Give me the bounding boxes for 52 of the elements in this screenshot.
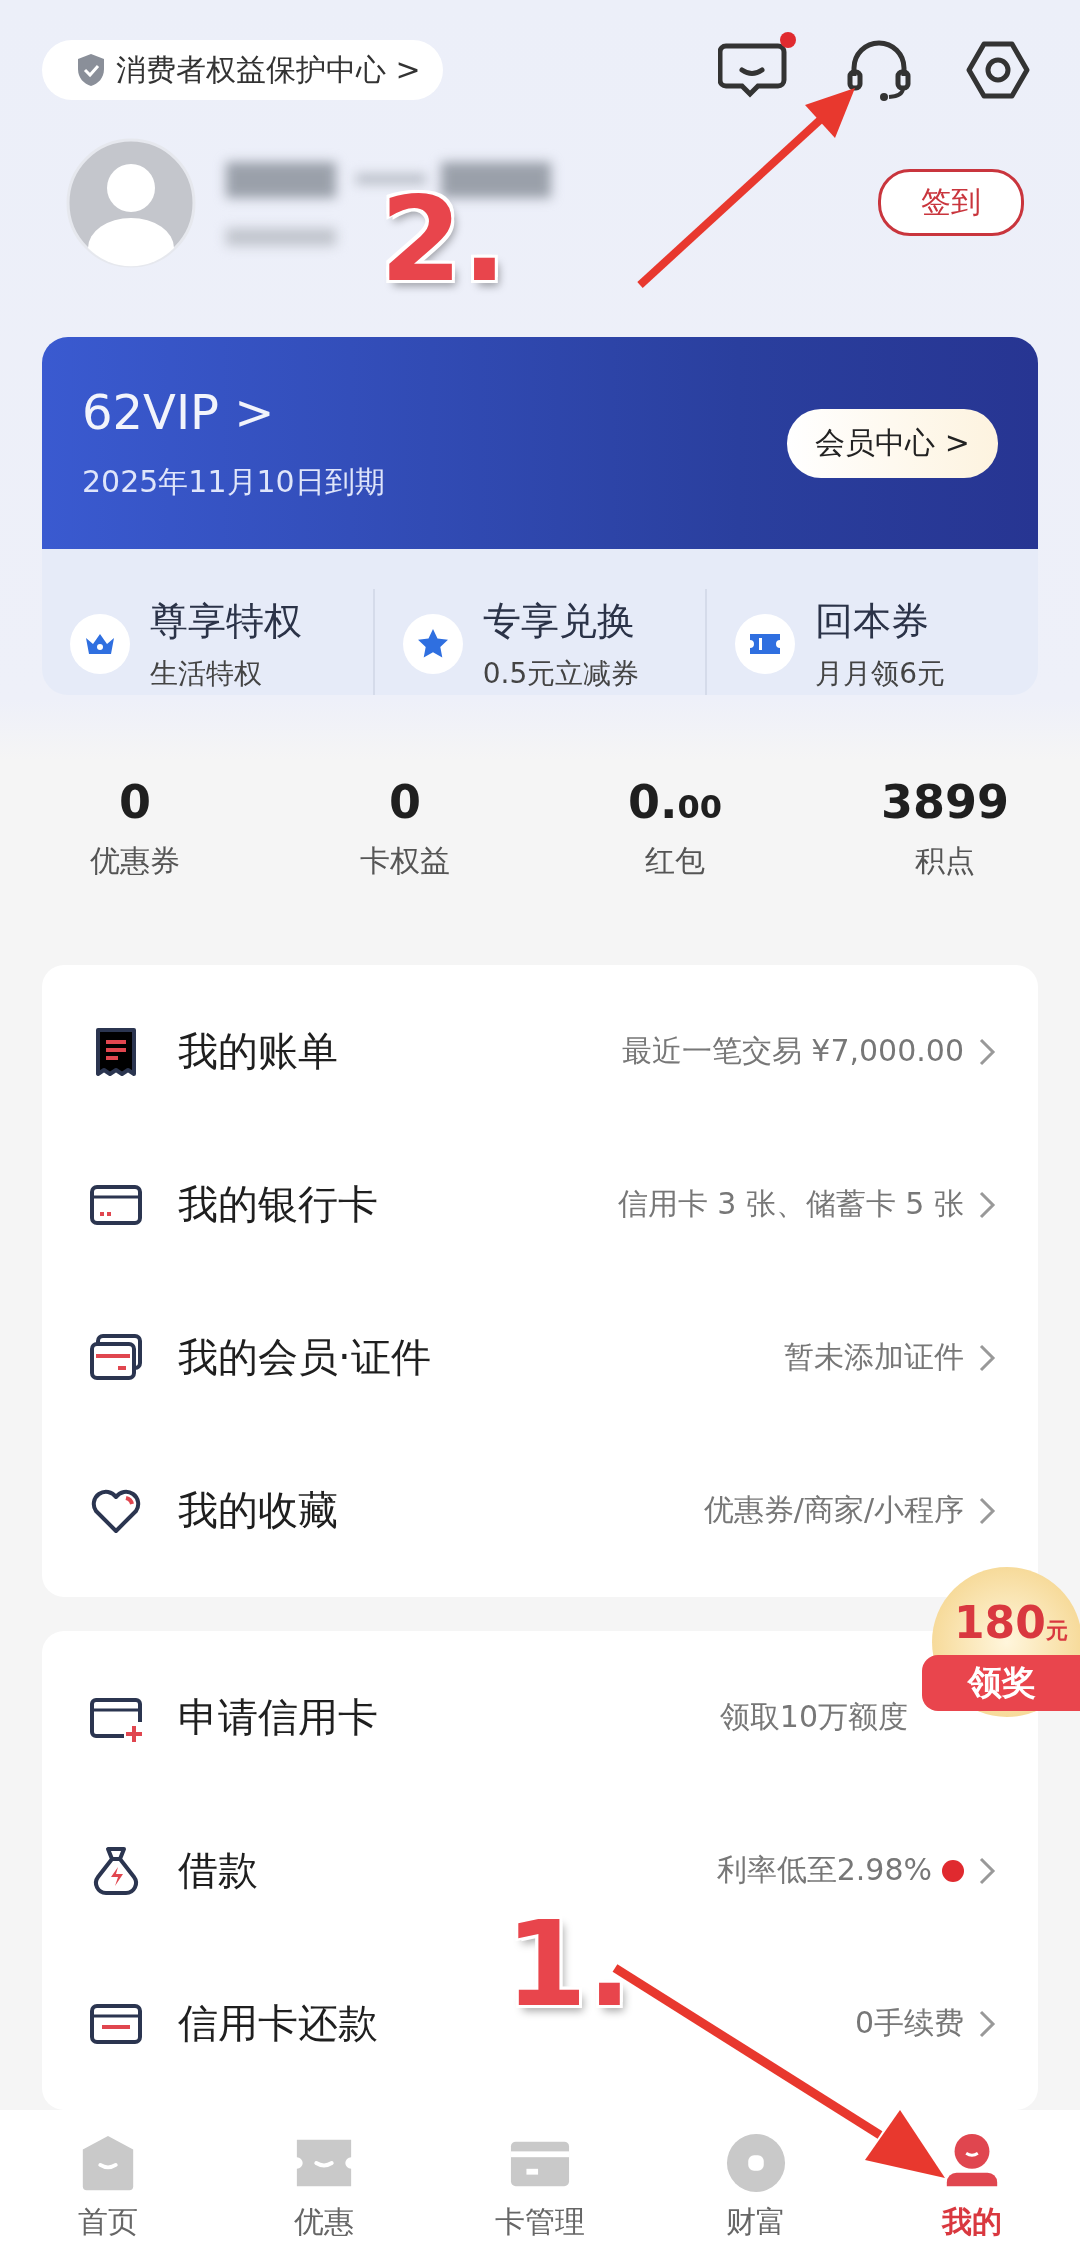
- headset-icon[interactable]: [846, 38, 912, 102]
- nav-tab[interactable]: 优惠: [216, 2110, 432, 2260]
- menu-item-detail: 领取10万额度: [719, 1698, 908, 1736]
- benefit-subtitle: 0.5元立减券: [482, 655, 640, 692]
- nav-tab[interactable]: 我的: [864, 2110, 1080, 2260]
- member-center-button[interactable]: 会员中心 >: [787, 408, 998, 478]
- vip-expiry: 2025年11月10日到期: [82, 462, 385, 501]
- chevron-icon: [978, 2008, 996, 2039]
- vip-level[interactable]: 62VIP >: [82, 383, 385, 440]
- shield-icon: [76, 53, 106, 87]
- menu-item-detail: 信用卡 3 张、储蓄卡 5 张: [617, 1185, 964, 1223]
- menu-item-detail: 暂未添加证件: [784, 1338, 964, 1376]
- stat-label: 红包: [645, 841, 705, 880]
- nav-tab[interactable]: 卡管理: [432, 2110, 648, 2260]
- menu-item-title[interactable]: 申请信用卡: [178, 1690, 378, 1745]
- reward-ribbon[interactable]: 领奖: [922, 1655, 1080, 1711]
- nav-tab[interactable]: 首页: [0, 2110, 216, 2260]
- menu-item-detail: 0手续费: [854, 2004, 964, 2042]
- stat-label: 积点: [915, 841, 975, 880]
- menu-item-title[interactable]: 借款: [178, 1843, 258, 1898]
- menu-item-detail: 最近一笔交易 ¥7,000.00: [621, 1032, 964, 1070]
- stat-label: 优惠券: [90, 841, 180, 880]
- consumer-protection-link[interactable]: 消费者权益保护中心 >: [42, 40, 443, 100]
- nav-tab[interactable]: 财富: [648, 2110, 864, 2260]
- menu-item-title[interactable]: 我的账单: [178, 1024, 338, 1079]
- menu-item-title[interactable]: 信用卡还款: [178, 1996, 378, 2051]
- menu-item-title[interactable]: 我的收藏: [178, 1483, 338, 1538]
- chevron-icon: [978, 1342, 996, 1373]
- annotation-number: 1.: [505, 1905, 632, 2023]
- benefit-subtitle: 月月领6元: [815, 655, 946, 692]
- settings-icon[interactable]: [966, 40, 1030, 100]
- chevron-icon: [978, 1855, 996, 1886]
- menu-item-detail: 优惠券/商家/小程序: [703, 1491, 964, 1529]
- stat-label: 卡权益: [360, 841, 450, 880]
- crown-icon: [70, 614, 130, 675]
- annotation-number: 2.: [380, 180, 507, 298]
- benefit-title[interactable]: 尊享特权: [150, 595, 302, 647]
- chevron-icon: [978, 1495, 996, 1526]
- chevron-icon: [978, 1189, 996, 1220]
- menu-item-title[interactable]: 我的会员·证件: [178, 1330, 431, 1385]
- check-in-button[interactable]: 签到: [878, 169, 1024, 237]
- benefit-title[interactable]: 回本券: [815, 595, 946, 647]
- chevron-icon: [978, 1036, 996, 1067]
- ticket-icon: [735, 614, 796, 675]
- benefit-title[interactable]: 专享兑换: [482, 595, 640, 647]
- menu-item-detail: 利率低至2.98%: [716, 1851, 932, 1889]
- menu-item-title[interactable]: 我的银行卡: [178, 1177, 378, 1232]
- stat-value[interactable]: 0: [119, 774, 151, 829]
- coin-icon: [725, 2132, 787, 2194]
- benefit-subtitle: 生活特权: [150, 655, 263, 692]
- stat-value[interactable]: 3899: [881, 774, 1009, 829]
- stat-value[interactable]: 0: [389, 774, 421, 829]
